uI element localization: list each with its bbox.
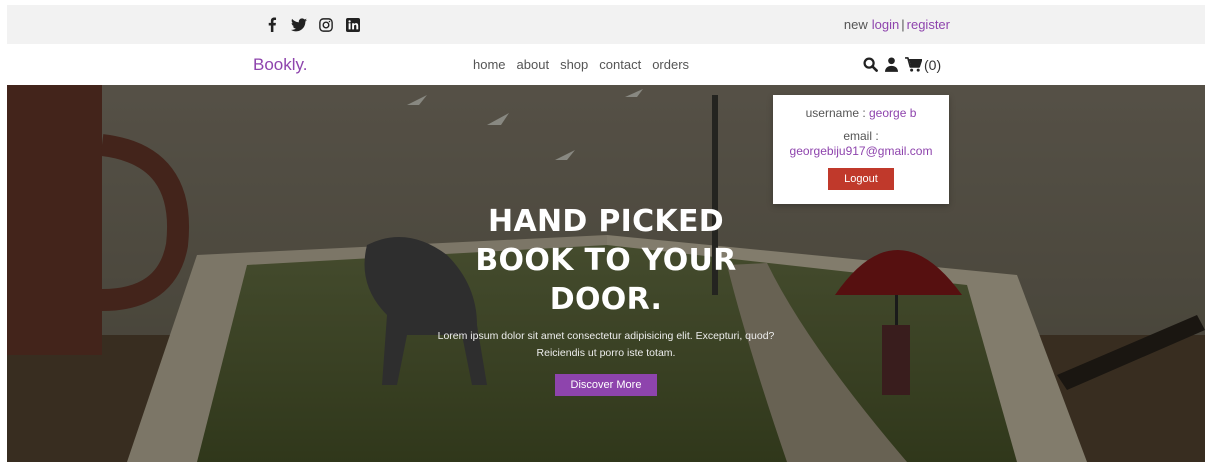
auth-links: new login | register [844,5,950,44]
instagram-icon[interactable] [318,17,334,33]
login-link[interactable]: login [872,17,899,32]
nav-contact-link[interactable]: contact [599,57,641,72]
search-icon[interactable] [863,57,878,72]
logo[interactable]: Bookly. [253,44,308,85]
facebook-icon[interactable] [264,17,280,33]
user-icon[interactable] [885,57,898,72]
username-row: username : george b [773,106,949,121]
logout-button[interactable]: Logout [828,168,894,190]
linkedin-icon[interactable] [345,17,361,33]
new-text: new [843,17,868,32]
hero-banner: HAND PICKED BOOK TO YOUR DOOR. Lorem ips… [7,85,1205,462]
main-navbar: Bookly. home about shop contact orders (… [7,44,1205,85]
cart-icon[interactable]: (0) [905,57,941,73]
top-bar: new login | register [7,5,1205,44]
hero-title: HAND PICKED BOOK TO YOUR DOOR. [475,204,737,317]
username-label: username : [805,106,866,120]
user-info-popup: username : george b email : georgebiju91… [773,95,949,204]
nav-icons: (0) [863,44,941,85]
cart-count: (0) [924,56,942,73]
nav-shop-link[interactable]: shop [560,57,588,72]
email-value: georgebiju917@gmail.com [789,144,933,158]
nav-menu: home about shop contact orders [473,44,689,85]
email-label: email : [843,129,879,143]
hero-content: HAND PICKED BOOK TO YOUR DOOR. Lorem ips… [7,202,1205,396]
social-links [264,5,361,44]
hero-description: Lorem ipsum dolor sit amet consectetur a… [437,330,775,359]
register-link[interactable]: register [907,17,950,32]
nav-about-link[interactable]: about [517,57,550,72]
username-value: george b [869,106,917,120]
nav-home-link[interactable]: home [473,57,506,72]
nav-orders-link[interactable]: orders [652,57,689,72]
auth-separator: | [901,17,905,32]
discover-more-button[interactable]: Discover More [554,374,658,396]
twitter-icon[interactable] [291,17,307,33]
